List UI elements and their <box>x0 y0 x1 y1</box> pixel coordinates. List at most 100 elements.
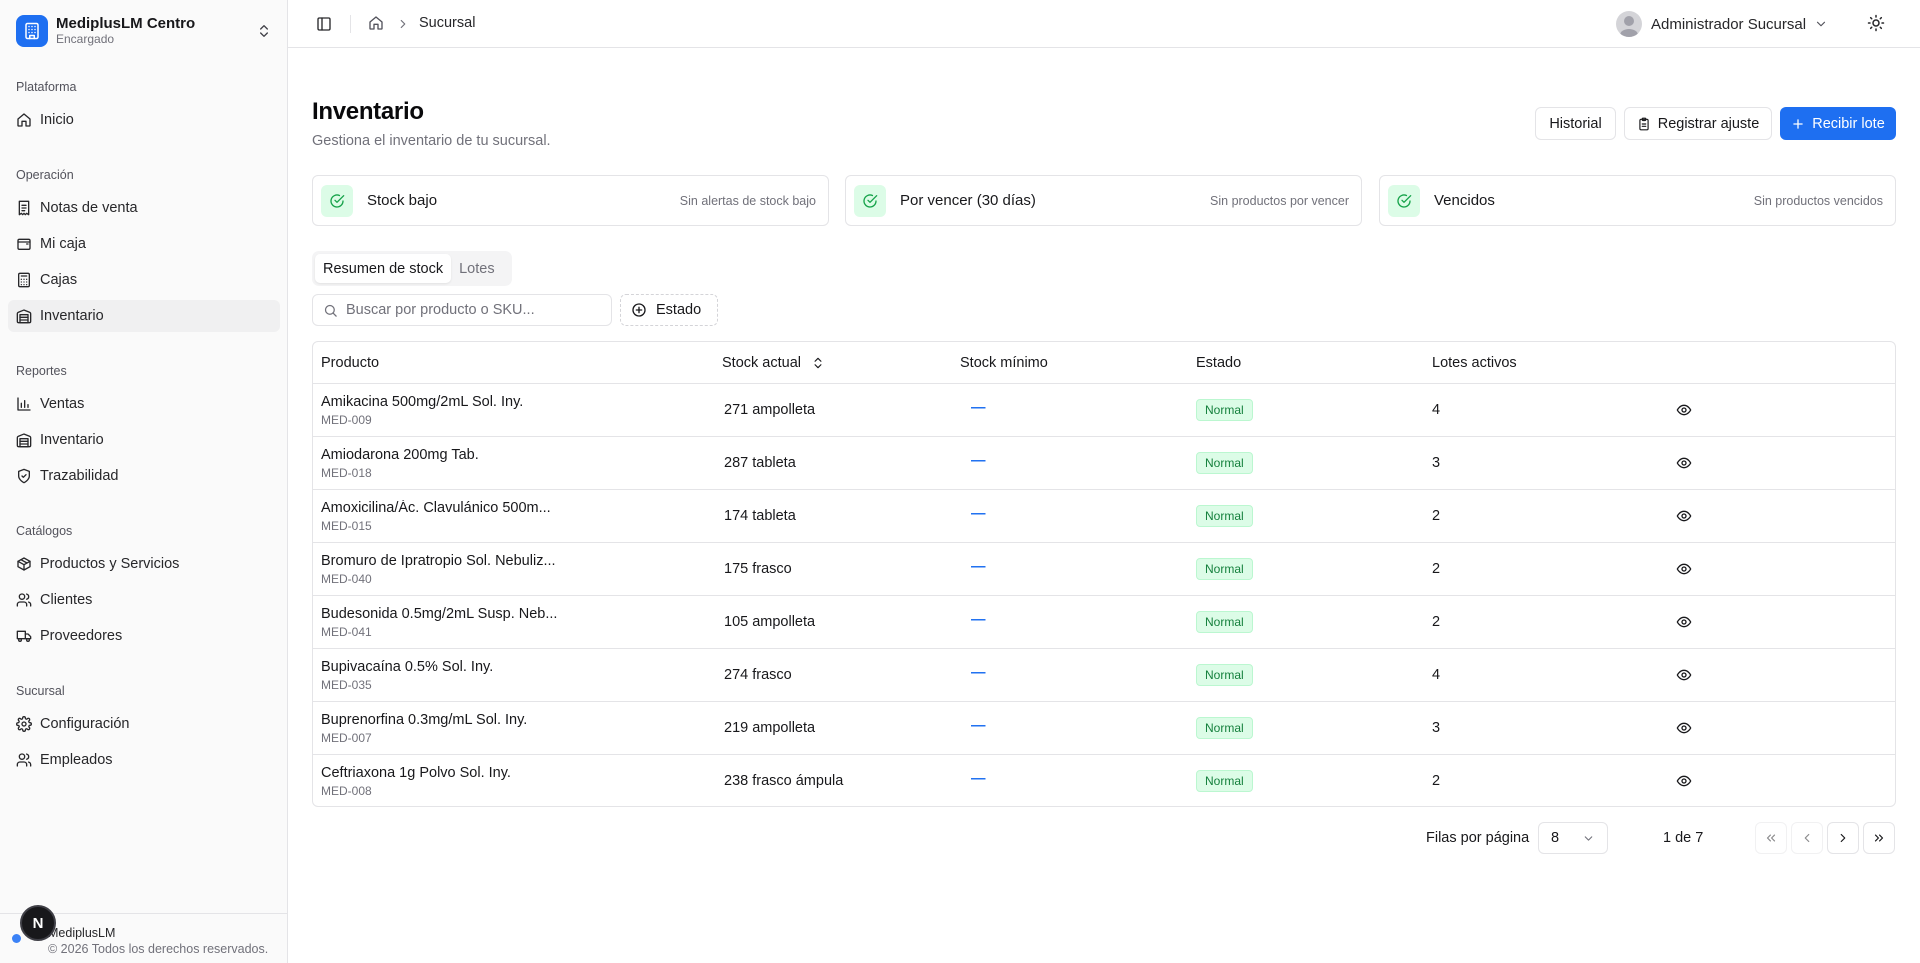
active-lots: 2 <box>1432 614 1441 630</box>
receive-lot-button[interactable]: Recibir lote <box>1780 107 1896 140</box>
search-box <box>312 294 612 326</box>
column-header-estado: Estado <box>1196 355 1242 371</box>
active-lots: 3 <box>1432 455 1441 471</box>
check-circle-icon <box>854 184 886 217</box>
receive-lot-label: Recibir lote <box>1812 115 1885 132</box>
nav-group-reportes: Reportes <box>16 364 67 378</box>
last-page-button[interactable] <box>1863 822 1895 854</box>
sidebar-item-ventas[interactable]: Ventas <box>8 388 280 420</box>
sort-icon[interactable] <box>811 356 825 370</box>
chevrons-left-icon <box>1764 831 1778 845</box>
current-stock: 287 tableta <box>724 455 796 471</box>
view-details-button[interactable] <box>1676 614 1692 630</box>
sidebar: MediplusLM Centro Encargado Plataforma I… <box>0 0 288 963</box>
register-adjustment-button[interactable]: Registrar ajuste <box>1624 107 1772 140</box>
check-circle-icon <box>321 184 353 217</box>
sidebar-item-empleados[interactable]: Empleados <box>8 744 280 776</box>
column-header-stock-actual: Stock actual <box>722 355 825 371</box>
sidebar-item-configuracion[interactable]: Configuración <box>8 708 280 740</box>
view-details-button[interactable] <box>1676 773 1692 789</box>
stat-card-expired: Vencidos Sin productos vencidos <box>1379 175 1896 226</box>
stat-title: Stock bajo <box>367 192 438 209</box>
next-page-button[interactable] <box>1827 822 1859 854</box>
chevrons-right-icon <box>1872 831 1886 845</box>
product-name: Amiodarona 200mg Tab. <box>321 447 479 463</box>
active-lots: 2 <box>1432 561 1441 577</box>
view-details-button[interactable] <box>1676 561 1692 577</box>
stat-note: Sin productos vencidos <box>1753 193 1883 208</box>
sidebar-item-label: Cajas <box>40 272 78 288</box>
eye-icon <box>1676 667 1692 683</box>
view-details-button[interactable] <box>1676 402 1692 418</box>
current-stock: 271 ampolleta <box>724 402 816 418</box>
active-lots: 2 <box>1432 508 1441 524</box>
search-input[interactable] <box>346 302 596 318</box>
footer-copyright: © 2026 Todos los derechos reservados. <box>48 942 269 956</box>
eye-icon <box>1676 455 1692 471</box>
table-row: Amoxicilina/Ác. Clavulánico 500m... MED-0… <box>313 490 1895 543</box>
breadcrumb-current: Sucursal <box>419 15 476 31</box>
branch-name: MediplusLM Centro <box>56 14 196 32</box>
history-button[interactable]: Historial <box>1535 107 1616 140</box>
sidebar-item-cajas[interactable]: Cajas <box>8 264 280 296</box>
status-badge: Normal <box>1196 611 1253 633</box>
rows-per-page-value: 8 <box>1551 830 1560 846</box>
first-page-button[interactable] <box>1755 822 1787 854</box>
chevrons-up-down-icon <box>256 23 272 39</box>
eye-icon <box>1676 508 1692 524</box>
product-name: Bupivacaína 0.5% Sol. Iny. <box>321 659 494 675</box>
sidebar-item-proveedores[interactable]: Proveedores <box>8 620 280 652</box>
status-filter-button[interactable]: Estado <box>620 294 718 326</box>
tab-resumen-de-stock[interactable]: Resumen de stock <box>315 254 452 283</box>
product-sku: MED-040 <box>321 572 372 586</box>
product-sku: MED-009 <box>321 413 372 427</box>
sidebar-item-trazabilidad[interactable]: Trazabilidad <box>8 460 280 492</box>
minimum-stock: — <box>971 771 986 787</box>
sidebar-item-reporte-inventario[interactable]: Inventario <box>8 424 280 456</box>
view-details-button[interactable] <box>1676 508 1692 524</box>
minimum-stock: — <box>971 506 986 522</box>
stat-title: Por vencer (30 días) <box>900 192 1036 209</box>
view-details-button[interactable] <box>1676 720 1692 736</box>
history-button-label: Historial <box>1549 115 1602 132</box>
stat-note: Sin alertas de stock bajo <box>679 193 816 208</box>
branch-switcher[interactable]: MediplusLM Centro Encargado <box>8 8 280 54</box>
product-sku: MED-015 <box>321 519 372 533</box>
divider <box>350 15 351 33</box>
minimum-stock: — <box>971 453 986 469</box>
sidebar-item-label: Empleados <box>40 752 113 768</box>
column-header-lotes-activos: Lotes activos <box>1432 355 1517 371</box>
sidebar-item-inicio[interactable]: Inicio <box>8 104 280 136</box>
page-subtitle: Gestiona el inventario de tu sucursal. <box>312 133 551 149</box>
dev-tools-badge[interactable]: N <box>20 905 56 941</box>
chevron-left-icon <box>1800 831 1814 845</box>
view-details-button[interactable] <box>1676 455 1692 471</box>
status-badge: Normal <box>1196 664 1253 686</box>
previous-page-button[interactable] <box>1791 822 1823 854</box>
tab-lotes[interactable]: Lotes <box>451 254 502 283</box>
home-icon <box>368 15 384 31</box>
sidebar-item-inventario[interactable]: Inventario <box>8 300 280 332</box>
warehouse-icon <box>16 432 32 448</box>
breadcrumb-home-link[interactable] <box>368 15 384 31</box>
product-name: Amikacina 500mg/2mL Sol. Iny. <box>321 394 524 410</box>
user-menu[interactable]: Administrador Sucursal <box>1616 10 1828 38</box>
view-details-button[interactable] <box>1676 667 1692 683</box>
product-sku: MED-041 <box>321 625 372 639</box>
sidebar-item-label: Clientes <box>40 592 93 608</box>
chevron-down-icon <box>1582 832 1595 845</box>
sidebar-item-mi-caja[interactable]: Mi caja <box>8 228 280 260</box>
sidebar-item-notas-de-venta[interactable]: Notas de venta <box>8 192 280 224</box>
sidebar-item-clientes[interactable]: Clientes <box>8 584 280 616</box>
sidebar-item-productos-y-servicios[interactable]: Productos y Servicios <box>8 548 280 580</box>
eye-icon <box>1676 402 1692 418</box>
sun-icon <box>1867 14 1885 32</box>
minimum-stock: — <box>971 612 986 628</box>
status-dot <box>12 934 21 943</box>
rows-per-page-label: Filas por página <box>1426 830 1530 846</box>
rows-per-page-select[interactable]: 8 <box>1538 822 1608 854</box>
sidebar-toggle-button[interactable] <box>312 12 336 36</box>
warehouse-icon <box>16 308 32 324</box>
theme-toggle-button[interactable] <box>1867 14 1885 32</box>
building-icon <box>16 15 48 47</box>
